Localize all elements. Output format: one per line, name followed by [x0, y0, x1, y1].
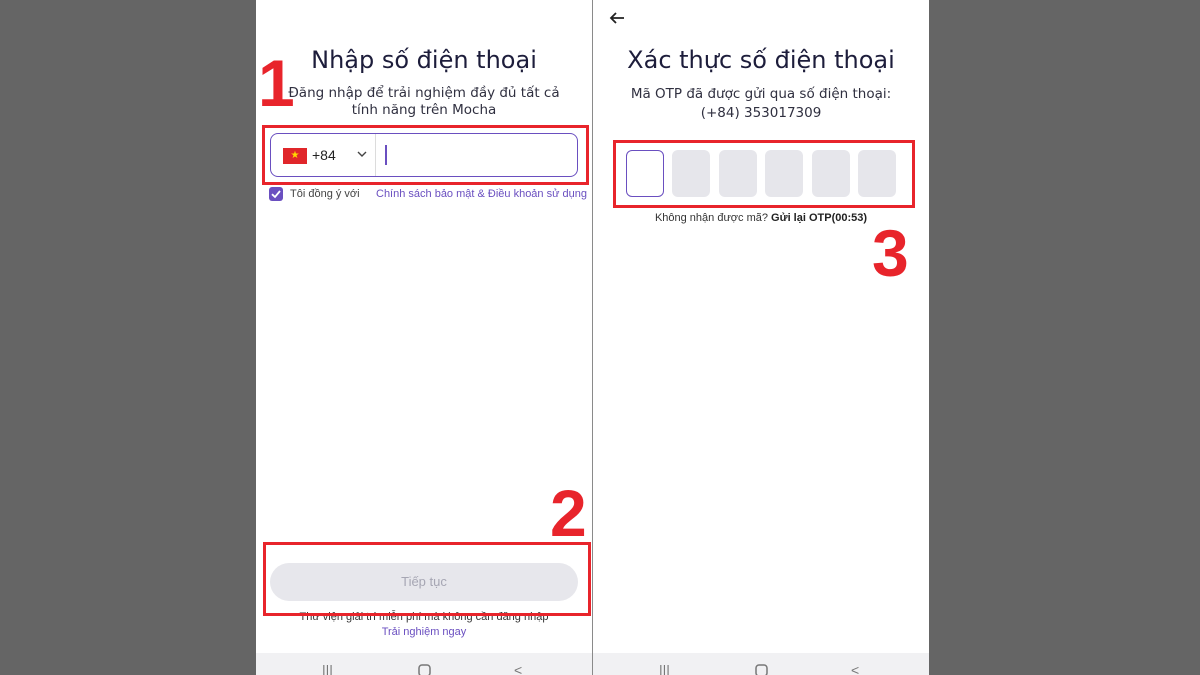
- recent-apps-icon[interactable]: |||: [322, 663, 333, 675]
- recent-apps-icon[interactable]: |||: [659, 663, 670, 675]
- highlight-phone-input: [262, 125, 589, 185]
- terms-checkbox[interactable]: [269, 187, 283, 201]
- page-title: Nhập số điện thoại: [311, 46, 537, 74]
- resend-otp-button[interactable]: Gửi lại OTP(00:53): [771, 212, 867, 224]
- back-icon[interactable]: <: [514, 663, 522, 675]
- phone-number-text: (+84) 353017309: [700, 105, 822, 121]
- system-nav-bar: ||| <: [256, 653, 592, 675]
- check-icon: [271, 190, 281, 199]
- annotation-number-2: 2: [550, 476, 587, 550]
- home-icon[interactable]: [755, 664, 768, 675]
- annotation-number-1: 1: [258, 46, 295, 120]
- back-icon[interactable]: <: [851, 663, 859, 675]
- resend-prefix: Không nhận được mã?: [654, 212, 768, 224]
- page-subtitle: Đăng nhập để trải nghiệm đầy đủ tất cả t…: [288, 85, 560, 118]
- annotation-number-3: 3: [872, 216, 909, 290]
- page-title: Xác thực số điện thoại: [627, 46, 895, 74]
- otp-verify-screen: Xác thực số điện thoại Mã OTP đã được gử…: [593, 0, 929, 675]
- highlight-continue-button: [263, 542, 591, 616]
- terms-link[interactable]: Chính sách bảo mật & Điều khoản sử dụng: [376, 188, 587, 200]
- back-arrow-icon[interactable]: [607, 8, 627, 28]
- terms-label: Tôi đồng ý với: [290, 188, 360, 200]
- highlight-otp-boxes: [613, 140, 915, 208]
- try-now-link[interactable]: Trải nghiệm ngay: [256, 626, 592, 638]
- system-nav-bar: ||| <: [593, 653, 929, 675]
- otp-sent-text: Mã OTP đã được gửi qua số điện thoại:: [630, 86, 892, 102]
- home-icon[interactable]: [418, 664, 431, 675]
